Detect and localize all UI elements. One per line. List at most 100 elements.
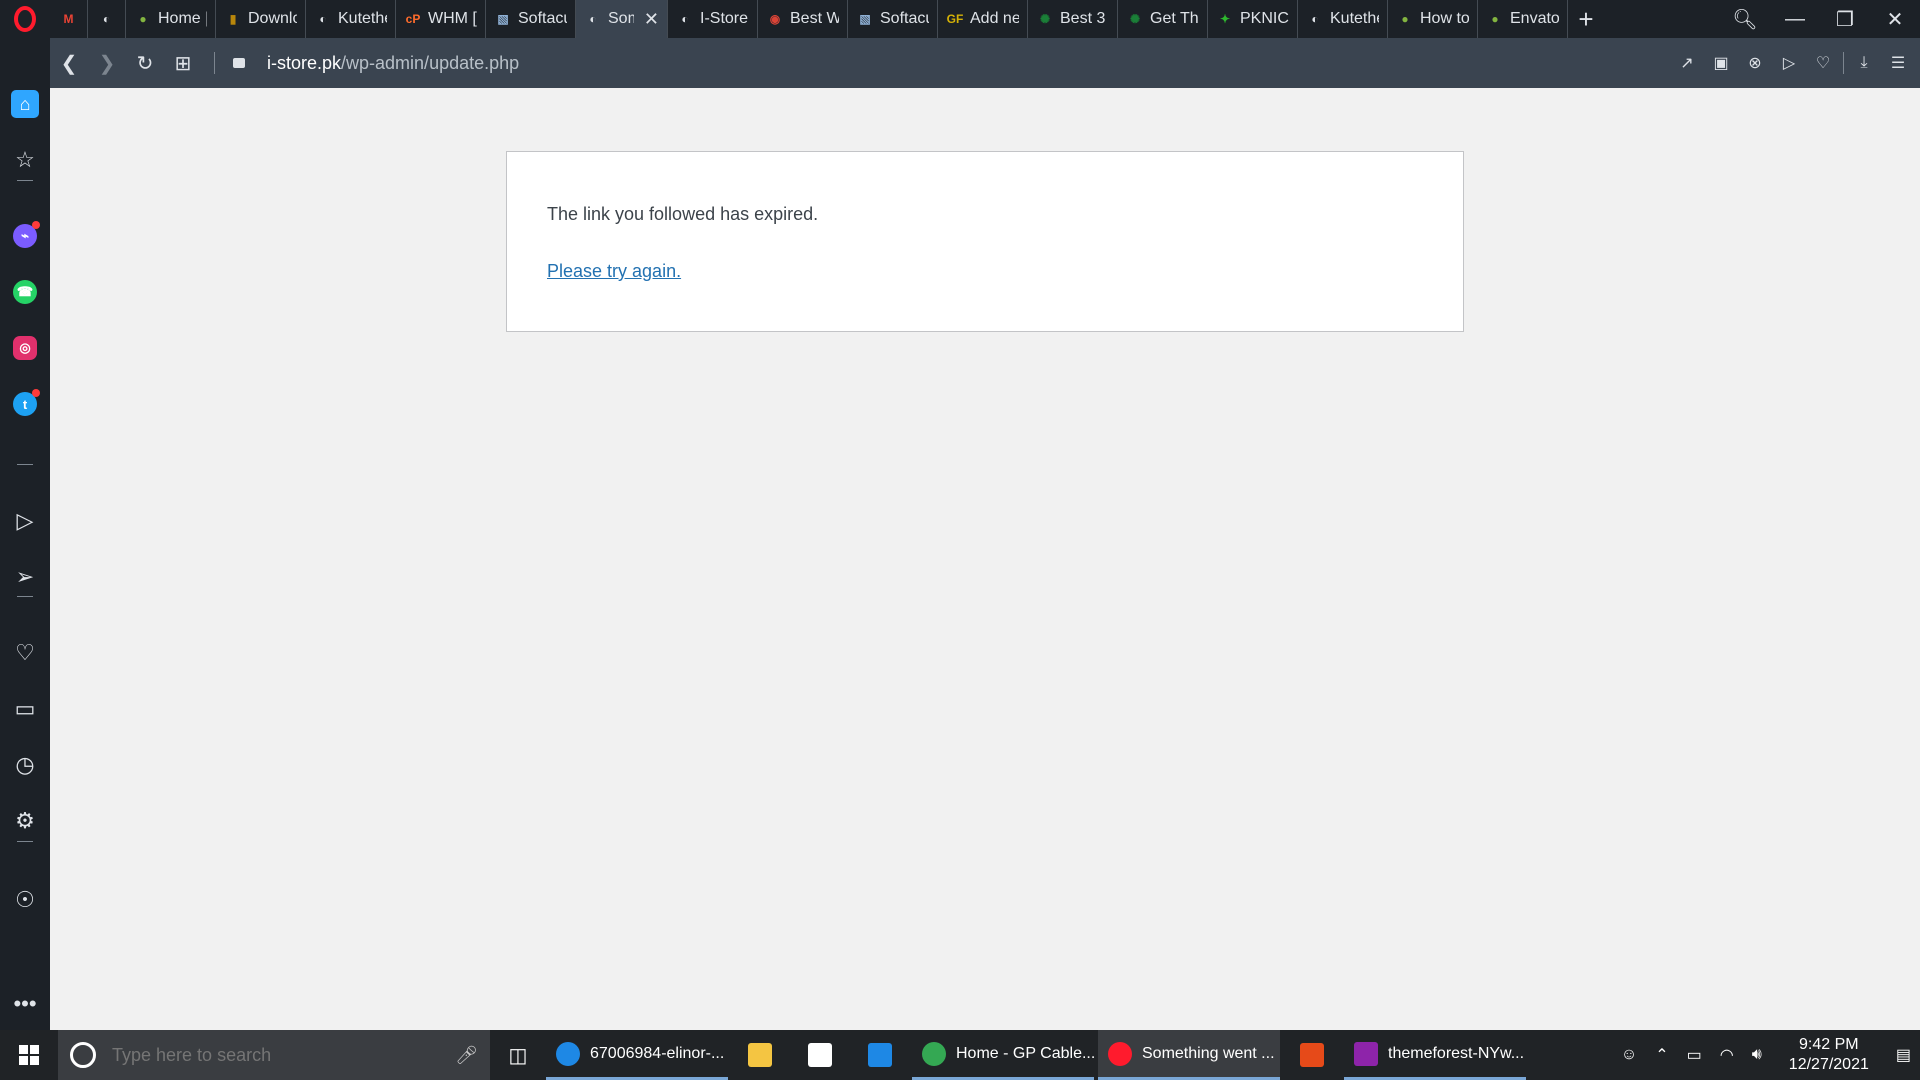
opera-sidebar: ⌂ ☆ ⌁ ☎ ◎ t ▷ ➢ ♡ ▭ ◷ ⚙ ☉ ••• — [0, 38, 50, 1030]
taskbar-app[interactable]: themeforest-NYw... — [1344, 1030, 1526, 1080]
settings-gear-icon[interactable]: ⚙ — [0, 801, 50, 841]
taskbar-app[interactable] — [792, 1030, 848, 1080]
whatsapp-button[interactable]: ☎ — [0, 272, 50, 312]
messenger-icon: ⌁ — [13, 221, 40, 248]
downloads-icon[interactable]: ⤓ — [1850, 49, 1878, 77]
microphone-icon[interactable]: 🎤︎ — [455, 1045, 478, 1066]
start-button[interactable] — [0, 1030, 58, 1080]
history-clock-icon[interactable]: ◷ — [0, 745, 50, 785]
browser-tab[interactable]: ● How to — [1388, 0, 1478, 38]
taskbar-app[interactable]: Home - GP Cable... — [912, 1030, 1095, 1080]
more-options-icon[interactable]: ••• — [0, 984, 50, 1024]
browser-tab[interactable]: ◐ I-Store — [668, 0, 758, 38]
browser-tab[interactable]: ◐ Kutethe — [1298, 0, 1388, 38]
taskbar-app[interactable]: Something went ... — [1098, 1030, 1280, 1080]
browser-tab[interactable]: ◐ Kutethe — [306, 0, 396, 38]
wifi-icon[interactable]: ◠ — [1711, 1045, 1743, 1065]
reload-button[interactable]: ↻ — [126, 38, 164, 88]
easy-setup-icon[interactable]: ☰ — [1884, 49, 1912, 77]
tab-list: M ◐ ● Home | ▮ Downlo ◐ Kutethe cP WHM [s ▧ Softacu… — [50, 0, 1568, 38]
search-input[interactable] — [112, 1044, 442, 1066]
browser-tab[interactable]: ◐ — [88, 0, 126, 38]
browser-tab[interactable]: GF Add ne — [938, 0, 1028, 38]
twitter-icon: t — [13, 389, 40, 416]
share-icon[interactable]: ↗ — [1673, 49, 1701, 77]
show-hidden-icons-chevron-icon[interactable]: ⌃ — [1646, 1045, 1677, 1065]
browser-tab[interactable]: ▧ Softacu — [848, 0, 938, 38]
chrome-icon: ◉ — [769, 12, 781, 26]
cortana-icon[interactable] — [70, 1042, 96, 1068]
tab-title: Best 3 2 — [1060, 10, 1109, 27]
opera-icon — [1108, 1041, 1132, 1066]
sidebar-divider — [17, 841, 33, 842]
home-button[interactable]: ⌂ — [0, 84, 50, 124]
browser-tab[interactable]: ✺ Best 3 2 — [1028, 0, 1118, 38]
browser-tab[interactable]: ✺ Get The — [1118, 0, 1208, 38]
tabs-devices-icon[interactable]: ▭ — [0, 689, 50, 729]
bookmarks-star-icon[interactable]: ☆ — [0, 140, 50, 180]
taskbar-app[interactable]: 67006984-elinor-... — [546, 1030, 728, 1080]
flow-send-icon[interactable]: ➢ — [0, 557, 50, 597]
browser-tab[interactable]: ◐ Som ✕ — [576, 0, 668, 38]
url-host: i-store.pk — [267, 52, 342, 73]
camera-snapshot-icon[interactable]: ▣ — [1707, 49, 1735, 77]
speed-dial-grid-icon[interactable]: ⊞ — [164, 38, 202, 88]
office-icon — [1300, 1043, 1324, 1067]
leaf-icon: ● — [139, 12, 147, 26]
sidebar-divider — [17, 180, 33, 181]
tab-title: Envato I — [1510, 10, 1559, 27]
task-view-icon[interactable]: ◫ — [490, 1030, 546, 1080]
url-field[interactable]: i-store.pk/wp-admin/update.php — [267, 53, 519, 74]
globe-icon: ◐ — [589, 12, 597, 26]
sidebar-divider — [17, 596, 33, 597]
tab-title: PKNIC — [1240, 10, 1289, 27]
taskbar-app[interactable] — [852, 1030, 908, 1080]
taskbar-search[interactable]: 🎤︎ — [58, 1030, 490, 1080]
browser-tab[interactable]: M — [50, 0, 88, 38]
sidebar-divider — [17, 464, 33, 465]
new-tab-button[interactable]: + — [1568, 0, 1604, 38]
browser-tab[interactable]: cP WHM [s — [396, 0, 486, 38]
browser-tab[interactable]: ✦ PKNIC — [1208, 0, 1298, 38]
tips-lightbulb-icon[interactable]: ☉ — [0, 880, 50, 920]
clock[interactable]: 9:42 PM 12/27/2021 — [1771, 1035, 1887, 1075]
people-icon[interactable]: ☺ — [1612, 1046, 1646, 1064]
browser-tab[interactable]: ● Envato I — [1478, 0, 1568, 38]
messenger-button[interactable]: ⌁ — [0, 216, 50, 256]
twitter-button[interactable]: t — [0, 384, 50, 424]
browser-tab[interactable]: ● Home | — [126, 0, 216, 38]
taskbar-app[interactable] — [732, 1030, 788, 1080]
page-content: The link you followed has expired. Pleas… — [50, 88, 1920, 1030]
windows-taskbar: 🎤︎ ◫ 67006984-elinor-... Home - GP Cable.… — [0, 1030, 1920, 1080]
gf-icon: GF — [946, 12, 964, 26]
tab-title: Som — [608, 10, 634, 27]
forward-button[interactable]: ❯ — [88, 38, 126, 88]
leaf-icon: ● — [1491, 12, 1499, 26]
battery-icon[interactable]: ▭ — [1678, 1045, 1711, 1065]
ad-block-icon[interactable]: ⊗ — [1741, 49, 1769, 77]
instagram-button[interactable]: ◎ — [0, 328, 50, 368]
search-tabs-icon[interactable]: 🔍︎ — [1720, 0, 1770, 38]
instagram-icon: ◎ — [13, 336, 37, 360]
tab-title: Kutethe — [1330, 10, 1379, 27]
close-window-button[interactable]: ✕ — [1870, 0, 1920, 38]
heart-icon[interactable]: ♡ — [0, 633, 50, 673]
taskbar-app[interactable] — [1284, 1030, 1340, 1080]
softaculous-icon: ▧ — [497, 12, 509, 26]
bookmark-heart-icon[interactable]: ♡ — [1809, 49, 1837, 77]
opera-menu-button[interactable] — [0, 0, 50, 38]
minimize-button[interactable]: — — [1770, 0, 1820, 38]
close-tab-icon[interactable]: ✕ — [644, 9, 659, 30]
try-again-link[interactable]: Please try again. — [547, 261, 681, 282]
action-center-icon[interactable]: ▤ — [1887, 1045, 1920, 1065]
player-icon[interactable]: ▷ — [0, 501, 50, 541]
browser-tab[interactable]: ◉ Best W — [758, 0, 848, 38]
browser-tab[interactable]: ▮ Downlo — [216, 0, 306, 38]
chrome-icon — [922, 1041, 946, 1066]
send-flow-icon[interactable]: ▷ — [1775, 49, 1803, 77]
browser-tab[interactable]: ▧ Softacu — [486, 0, 576, 38]
restore-button[interactable]: ❐ — [1820, 0, 1870, 38]
back-button[interactable]: ❮ — [50, 38, 88, 88]
lock-icon[interactable] — [227, 58, 251, 68]
volume-icon[interactable]: 🔊︎ — [1743, 1046, 1771, 1064]
